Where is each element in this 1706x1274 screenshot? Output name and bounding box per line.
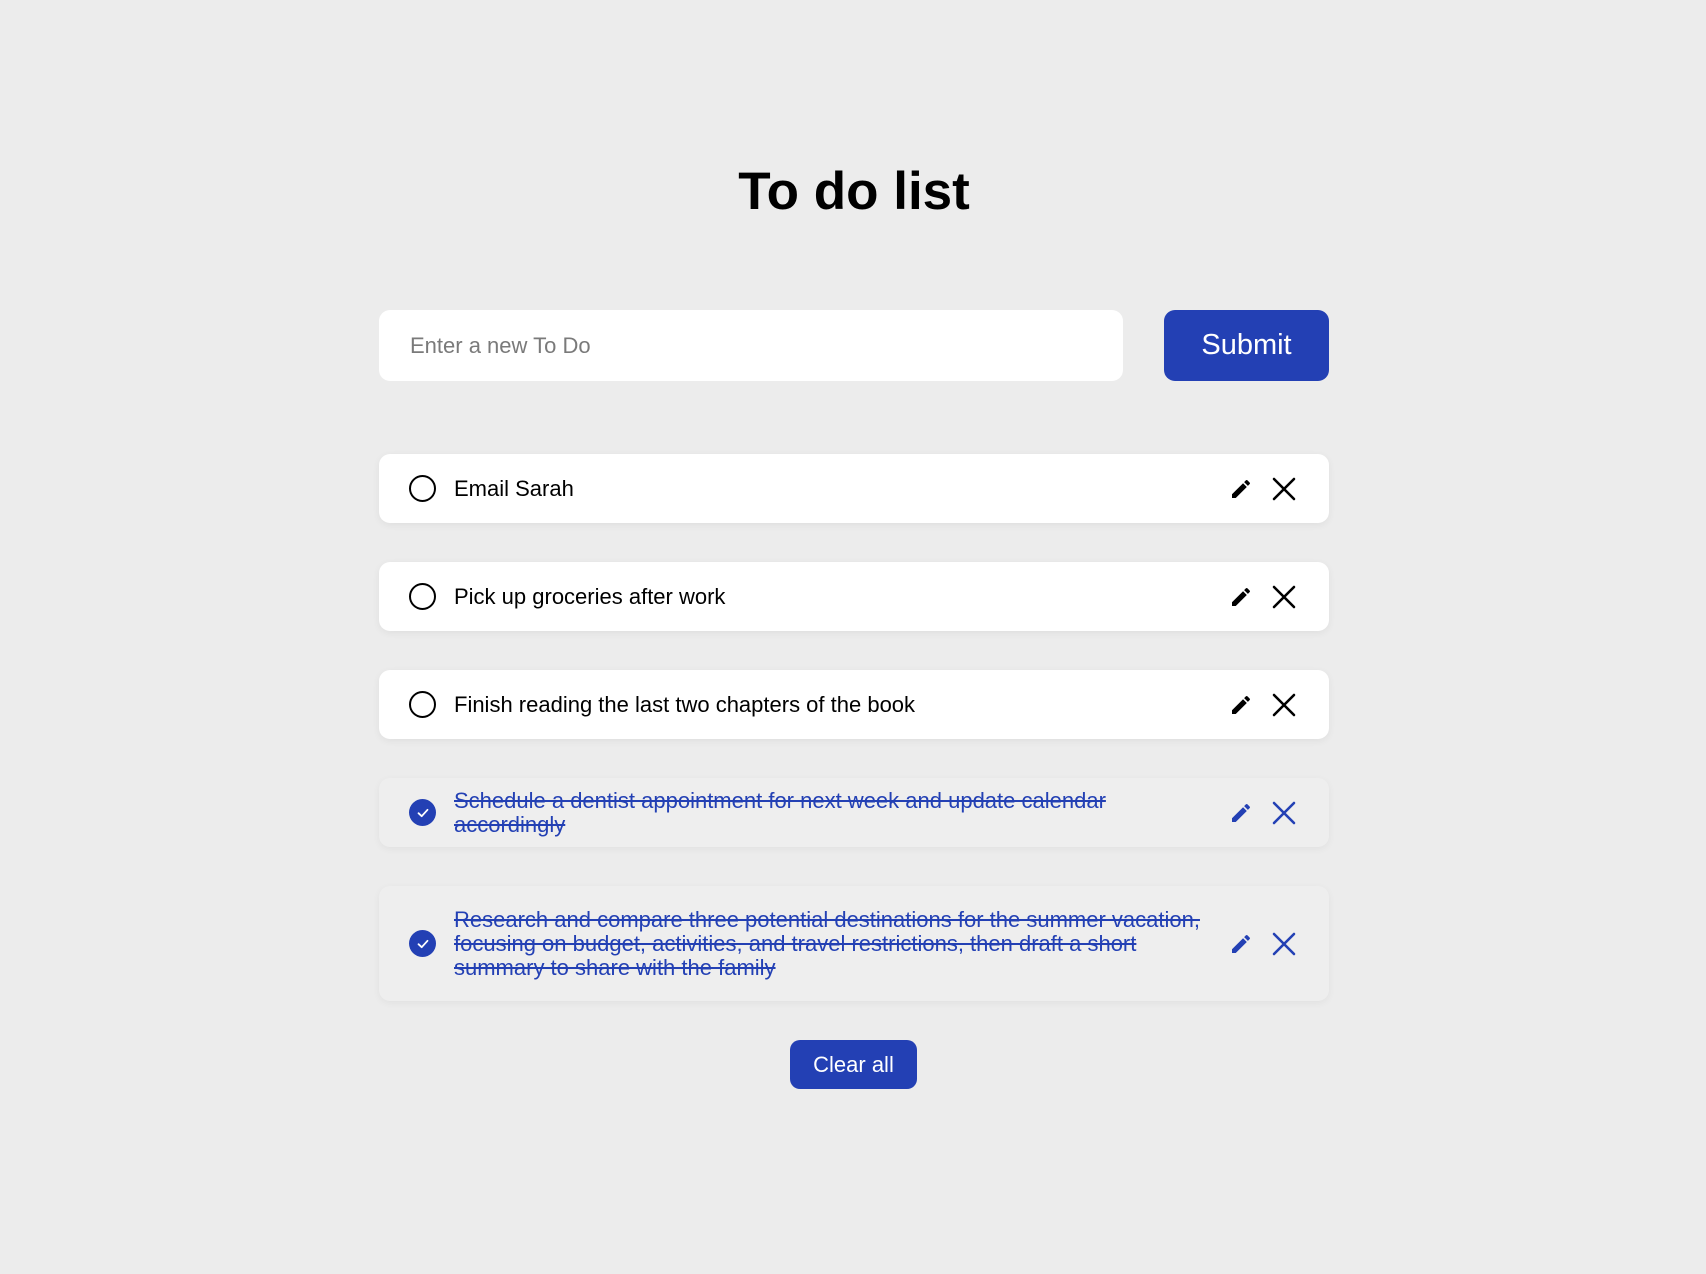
todo-checkbox-checked[interactable] bbox=[409, 930, 436, 957]
pencil-icon bbox=[1232, 479, 1251, 498]
todo-text: Schedule a dentist appointment for next … bbox=[454, 787, 1106, 837]
close-icon bbox=[1272, 693, 1296, 716]
delete-button[interactable] bbox=[1269, 690, 1299, 720]
new-todo-input[interactable] bbox=[379, 310, 1123, 381]
todo-actions bbox=[1226, 582, 1299, 612]
pencil-icon bbox=[1232, 587, 1251, 606]
delete-button[interactable] bbox=[1269, 798, 1299, 828]
edit-button[interactable] bbox=[1226, 474, 1256, 504]
pencil-icon bbox=[1232, 803, 1251, 822]
delete-button[interactable] bbox=[1269, 929, 1299, 959]
todo-text: Email Sarah bbox=[454, 475, 574, 501]
close-icon bbox=[1272, 585, 1296, 608]
delete-button[interactable] bbox=[1269, 582, 1299, 612]
todo-item: Pick up groceries after work bbox=[379, 562, 1329, 631]
todo-checkbox[interactable] bbox=[409, 583, 436, 610]
todo-form: Submit bbox=[379, 310, 1329, 381]
todo-actions bbox=[1226, 690, 1299, 720]
edit-button[interactable] bbox=[1226, 690, 1256, 720]
todo-actions bbox=[1226, 798, 1299, 828]
todo-item: Finish reading the last two chapters of … bbox=[379, 670, 1329, 739]
edit-button[interactable] bbox=[1226, 582, 1256, 612]
edit-button[interactable] bbox=[1226, 929, 1256, 959]
todo-checkbox[interactable] bbox=[409, 691, 436, 718]
check-icon bbox=[417, 939, 428, 948]
page-title: To do list bbox=[738, 162, 970, 221]
todo-list: Email Sarah Pick up groceries after work bbox=[379, 454, 1329, 1040]
edit-button[interactable] bbox=[1226, 798, 1256, 828]
clear-all-button[interactable]: Clear all bbox=[790, 1040, 917, 1089]
close-icon bbox=[1272, 801, 1296, 824]
todo-actions bbox=[1226, 474, 1299, 504]
todo-text: Finish reading the last two chapters of … bbox=[454, 691, 916, 717]
todo-item-completed: Schedule a dentist appointment for next … bbox=[379, 778, 1329, 847]
todo-item-completed: Research and compare three potential des… bbox=[379, 886, 1329, 1001]
pencil-icon bbox=[1232, 695, 1251, 714]
submit-button[interactable]: Submit bbox=[1164, 310, 1329, 381]
delete-button[interactable] bbox=[1269, 474, 1299, 504]
todo-checkbox-checked[interactable] bbox=[409, 799, 436, 826]
todo-checkbox[interactable] bbox=[409, 475, 436, 502]
todo-text: Pick up groceries after work bbox=[454, 583, 726, 609]
close-icon bbox=[1272, 932, 1296, 955]
pencil-icon bbox=[1232, 934, 1251, 953]
todo-actions bbox=[1226, 929, 1299, 959]
todo-item: Email Sarah bbox=[379, 454, 1329, 523]
check-icon bbox=[417, 808, 428, 817]
todo-text: Research and compare three potential des… bbox=[454, 906, 1200, 980]
close-icon bbox=[1272, 477, 1296, 500]
